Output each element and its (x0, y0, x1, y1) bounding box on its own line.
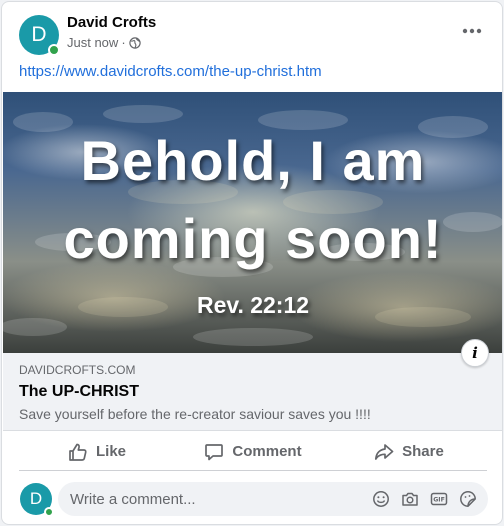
meta-separator: · (121, 35, 126, 50)
share-label: Share (402, 443, 444, 460)
avatar-letter: D (29, 489, 43, 508)
gif-icon[interactable]: GIF (429, 489, 449, 509)
image-text-verse: Rev. 22:12 (196, 292, 310, 318)
more-options-icon (462, 28, 482, 34)
post-image[interactable]: Behold, I am coming soon! Rev. 22:12 (3, 92, 502, 353)
post-link[interactable]: https://www.davidcrofts.com/the-up-chris… (19, 63, 322, 80)
like-button[interactable]: Like (19, 433, 175, 470)
author-avatar[interactable]: D (19, 15, 60, 56)
image-text-line-2: coming soon! (63, 207, 443, 270)
globe-icon[interactable] (128, 36, 141, 49)
preview-title[interactable]: The UP-CHRIST (19, 383, 139, 401)
like-label: Like (95, 443, 126, 460)
comment-composer: GIF (58, 482, 488, 516)
comment-input[interactable] (70, 482, 370, 516)
preview-domain: DAVIDCROFTS.COM (19, 363, 136, 377)
post-card: D David Crofts Just now · https://www.da… (1, 1, 503, 525)
emoji-icon[interactable] (371, 489, 391, 509)
thumbs-up-icon (69, 443, 87, 461)
image-text-line-1: Behold, I am (80, 129, 426, 192)
avatar-letter: D (31, 23, 47, 46)
svg-text:GIF: GIF (433, 497, 445, 504)
comment-bubble-icon (205, 443, 224, 460)
sticker-icon[interactable] (458, 489, 478, 509)
post-actions: Like Comment Share (19, 433, 487, 471)
more-options-button[interactable] (458, 21, 486, 41)
comment-label: Comment (232, 443, 302, 460)
post-timestamp[interactable]: Just now (67, 35, 118, 50)
comment-button[interactable]: Comment (175, 433, 331, 470)
post-meta: Just now · (67, 35, 141, 50)
preview-description: Save yourself before the re-creator savi… (19, 406, 371, 422)
share-arrow-icon (375, 443, 394, 460)
link-preview[interactable]: i DAVIDCROFTS.COM The UP-CHRIST Save you… (3, 339, 502, 431)
share-button[interactable]: Share (331, 433, 487, 470)
commenter-avatar[interactable]: D (20, 483, 54, 517)
info-icon[interactable]: i (461, 339, 489, 367)
author-name[interactable]: David Crofts (67, 14, 156, 31)
comment-tools: GIF (371, 489, 478, 509)
online-status-dot (48, 44, 60, 56)
camera-icon[interactable] (400, 489, 420, 509)
online-status-dot (44, 507, 54, 517)
